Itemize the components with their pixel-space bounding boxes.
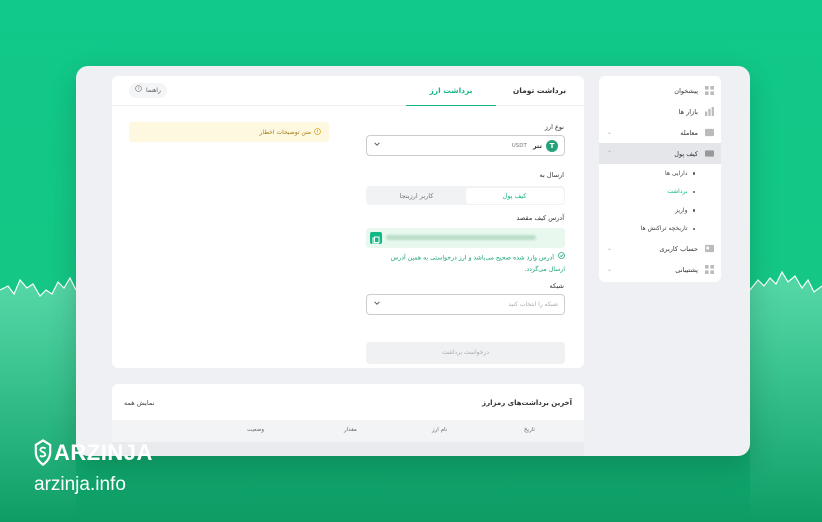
withdraw-card: برداشت تومان برداشت ارز ? راهنما متن توض… xyxy=(112,76,584,368)
currency-label: نوع ارز xyxy=(544,123,564,131)
network-label: شبکه xyxy=(549,282,564,290)
withdraw-submit-button[interactable]: درخواست برداشت xyxy=(366,342,565,364)
brand-mark-icon xyxy=(34,439,52,467)
tab-toman-withdraw[interactable]: برداشت تومان xyxy=(492,76,587,106)
send-to-toggle: کاربر ارزینجا کیف پول xyxy=(366,186,565,205)
address-label: آدرس کیف مقصد xyxy=(516,214,564,222)
chevron-up-icon: ⌃ xyxy=(607,150,613,157)
paste-button[interactable] xyxy=(370,232,382,245)
sidebar-item-markets[interactable]: بازار ها xyxy=(599,101,721,122)
currency-select[interactable]: T تتر USDT xyxy=(366,135,565,156)
address-input[interactable] xyxy=(366,228,565,248)
chevron-down-icon: ⌄ xyxy=(607,129,613,136)
column-date: تاریخ xyxy=(524,427,535,433)
withdraw-history-card: آخرین برداشت‌های رمزارز نمایش همه تاریخ … xyxy=(112,384,584,456)
sidebar-item-wallet[interactable]: کیف پول ⌃ xyxy=(599,143,721,164)
currency-name: تتر xyxy=(532,141,542,150)
warning-text: متن توضیحات اخطار xyxy=(259,128,311,136)
segment-arzinja-user[interactable]: کاربر ارزینجا xyxy=(368,188,466,204)
bullet-icon xyxy=(692,190,695,193)
sidebar-item-label: پشتیبانی xyxy=(675,265,698,274)
sidebar-item-label: حساب کاربری xyxy=(659,244,698,253)
exchange-icon xyxy=(705,128,714,137)
paste-icon xyxy=(372,236,380,245)
bullet-icon xyxy=(692,172,695,175)
dashboard-icon xyxy=(705,86,714,95)
chart-icon xyxy=(705,107,714,116)
sidebar-subitem-label: برداشت xyxy=(667,188,688,196)
sidebar-subitem-deposit[interactable]: واریز xyxy=(599,201,721,220)
bullet-icon xyxy=(692,227,695,230)
sidebar-subitem-label: دارایی ها xyxy=(665,169,688,177)
chevron-down-icon: ⌄ xyxy=(607,245,613,252)
tab-crypto-withdraw[interactable]: برداشت ارز xyxy=(406,76,496,106)
warning-box: متن توضیحات اخطار xyxy=(129,122,329,142)
sidebar-item-support[interactable]: پشتیبانی ⌄ xyxy=(599,259,721,280)
help-icon: ? xyxy=(135,83,142,98)
check-circle-icon xyxy=(558,252,565,263)
brand-name: ARZINJA xyxy=(54,440,153,465)
column-status: وضعیت xyxy=(247,427,265,433)
help-button[interactable]: ? راهنما xyxy=(129,83,167,98)
chevron-down-icon xyxy=(374,301,380,305)
network-placeholder: شبکه را انتخاب کنید xyxy=(508,301,558,308)
sidebar-item-dashboard[interactable]: پیشخوان xyxy=(599,80,721,101)
user-card-icon xyxy=(705,244,714,253)
bullet-icon xyxy=(692,209,695,212)
column-currency: نام ارز xyxy=(432,427,448,433)
withdraw-tabs: برداشت تومان برداشت ارز xyxy=(112,76,584,106)
address-valid-text: آدرس وارد شده صحیح می‌باشد و ارز درخواست… xyxy=(390,254,565,273)
sidebar-subitem-transactions[interactable]: تاریخچه تراکنش ها xyxy=(599,220,721,239)
sidebar-subitem-withdraw[interactable]: برداشت xyxy=(599,183,721,202)
table-row xyxy=(112,442,584,456)
send-to-label: ارسال به xyxy=(539,171,564,179)
sidebar-item-label: کیف پول xyxy=(674,149,698,158)
support-icon xyxy=(705,265,714,274)
chevron-down-icon xyxy=(374,142,380,146)
sidebar-item-label: بازار ها xyxy=(678,107,698,116)
chevron-down-icon: ⌄ xyxy=(607,266,613,273)
sidebar-subitem-assets[interactable]: دارایی ها xyxy=(599,164,721,183)
history-table-header: تاریخ نام ارز مقدار وضعیت xyxy=(112,420,584,442)
column-amount: مقدار xyxy=(344,427,357,433)
sidebar-item-label: معامله xyxy=(680,128,698,137)
segment-wallet[interactable]: کیف پول xyxy=(465,187,564,204)
help-label: راهنما xyxy=(146,87,161,94)
currency-code: USDT xyxy=(511,142,527,149)
sidebar: پیشخوان بازار ها معامله ⌄ کیف پول ⌃ دارا… xyxy=(599,76,721,282)
sidebar-item-label: پیشخوان xyxy=(674,86,698,95)
sidebar-subitem-label: واریز xyxy=(675,206,688,214)
sidebar-item-trade[interactable]: معامله ⌄ xyxy=(599,122,721,143)
sidebar-item-account[interactable]: حساب کاربری ⌄ xyxy=(599,238,721,259)
app-window: پیشخوان بازار ها معامله ⌄ کیف پول ⌃ دارا… xyxy=(76,66,750,456)
show-all-link[interactable]: نمایش همه xyxy=(124,399,154,407)
sidebar-subitem-label: تاریخچه تراکنش ها xyxy=(640,225,688,233)
warning-icon xyxy=(314,127,321,137)
svg-text:?: ? xyxy=(137,86,139,91)
wallet-icon xyxy=(705,149,714,158)
tether-icon: T xyxy=(546,139,558,152)
address-valid-message: آدرس وارد شده صحیح می‌باشد و ارز درخواست… xyxy=(374,252,565,275)
brand-url: arzinja.info xyxy=(34,474,126,495)
network-select[interactable]: شبکه را انتخاب کنید xyxy=(366,294,565,315)
history-title: آخرین برداشت‌های رمزارز xyxy=(482,399,572,407)
address-value-blurred xyxy=(386,235,536,240)
